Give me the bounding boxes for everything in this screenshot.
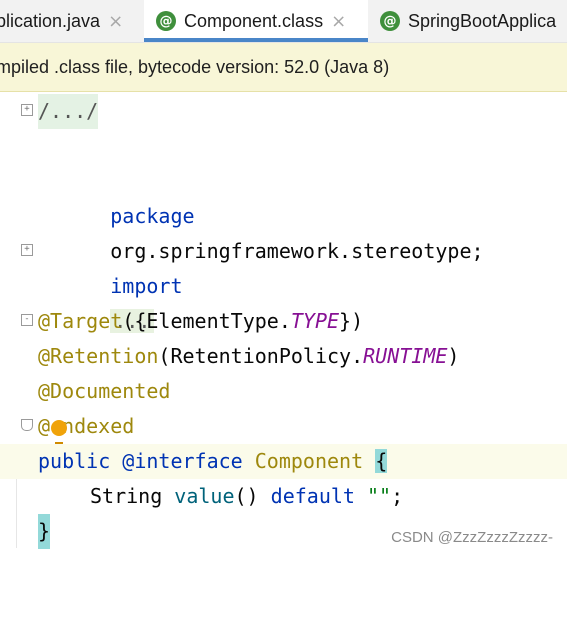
tab-springbootapplication[interactable]: @ SpringBootApplica (380, 0, 567, 42)
open-brace: { (375, 449, 388, 473)
close-brace: } (38, 514, 51, 549)
class-icon: @ (380, 11, 400, 31)
code-editor[interactable]: + /.../ package org.springframework.ster… (0, 92, 567, 554)
fold-collapse-icon[interactable]: - (21, 314, 33, 326)
tab-label: SpringBootApplica (408, 10, 557, 31)
retention-args-close: ) (447, 344, 460, 368)
type-constant: TYPE (290, 309, 340, 333)
fold-expand-icon[interactable]: + (21, 104, 33, 116)
class-icon: @ (156, 11, 176, 31)
indexed-annotation-prefix: @ (38, 414, 51, 438)
watermark: CSDN @ZzzZzzzZzzzz- (391, 529, 553, 546)
string-type: String (90, 484, 163, 508)
tab-component-class[interactable]: @ Component.class × (144, 0, 368, 42)
default-keyword: default (270, 484, 355, 508)
fold-expand-icon[interactable]: + (21, 244, 33, 256)
lightbulb-icon[interactable] (51, 420, 67, 436)
tab-label: Component.class (184, 10, 324, 31)
close-icon[interactable]: × (331, 11, 346, 32)
target-annotation: @Target (38, 309, 123, 333)
code-line-target: - @Target({ElementType.TYPE}) (0, 304, 567, 339)
decompiled-notice-banner: mpiled .class file, bytecode version: 52… (0, 43, 567, 92)
interface-keyword: @interface (122, 449, 243, 473)
code-line-retention: @Retention(RetentionPolicy.RUNTIME) (0, 339, 567, 374)
code-line-value: String value() default ""; (0, 479, 567, 514)
code-line-package: package org.springframework.stereotype; (0, 164, 567, 263)
package-keyword: package (110, 204, 195, 228)
indexed-annotation: ndexed (62, 414, 135, 438)
close-icon[interactable]: × (108, 11, 123, 32)
target-args-close: }) (339, 309, 364, 333)
code-line-indexed: @ ndexed (0, 409, 567, 444)
banner-text: mpiled .class file, bytecode version: 52… (0, 56, 390, 77)
tab-application-java[interactable]: plication.java × (0, 0, 136, 42)
import-keyword: import (110, 274, 183, 298)
method-parens: () (234, 484, 259, 508)
runtime-constant: RUNTIME (363, 344, 448, 368)
default-string: "" (367, 484, 392, 508)
semicolon: ; (391, 484, 404, 508)
code-line-import: + import ... (0, 234, 567, 333)
public-keyword: public (38, 449, 111, 473)
retention-args: (RetentionPolicy. (158, 344, 364, 368)
documented-annotation: @Documented (38, 379, 171, 403)
code-line-interface: public @interface Component { (0, 444, 567, 479)
editor-tab-bar: plication.java × @ Component.class × @ S… (0, 0, 567, 43)
target-args: ({ElementType. (122, 309, 291, 333)
tab-label: plication.java (0, 10, 101, 31)
retention-annotation: @Retention (38, 344, 159, 368)
code-line-documented: @Documented (0, 374, 567, 409)
folded-header-comment[interactable]: /.../ (38, 94, 99, 129)
value-method: value (174, 484, 235, 508)
lightbulb-stem (55, 436, 63, 444)
interface-name: Component (254, 449, 364, 473)
fold-end-icon[interactable] (21, 419, 33, 431)
code-line-header: + /.../ (0, 94, 567, 129)
